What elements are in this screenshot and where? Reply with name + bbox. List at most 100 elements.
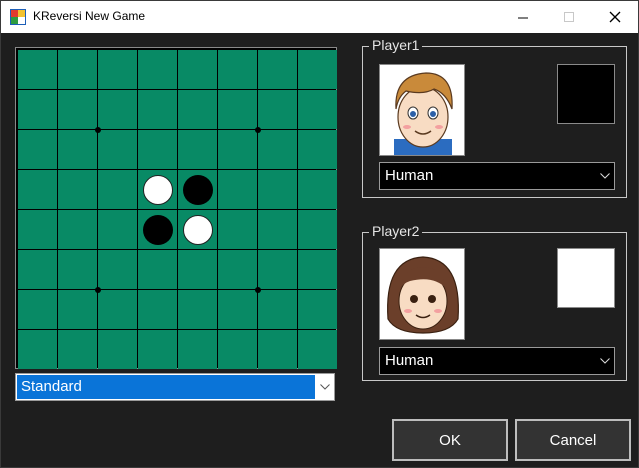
board-cell[interactable] — [218, 50, 257, 89]
board-cell[interactable] — [98, 170, 137, 209]
minimize-button[interactable] — [500, 1, 546, 33]
player2-type-select[interactable]: Human — [379, 347, 615, 375]
board-cell[interactable] — [298, 170, 337, 209]
board-cell[interactable] — [58, 170, 97, 209]
player2-group: Player2 Human — [362, 223, 627, 381]
board-cell[interactable] — [218, 170, 257, 209]
player2-color-swatch[interactable] — [557, 248, 615, 308]
board-cell[interactable] — [298, 210, 337, 249]
star-point — [254, 286, 261, 293]
board-cell[interactable] — [58, 130, 97, 169]
chevron-down-icon — [600, 358, 610, 364]
board-cell[interactable] — [58, 50, 97, 89]
girl-avatar-icon — [380, 249, 464, 339]
board-cell[interactable] — [138, 250, 177, 289]
board-cell[interactable] — [218, 210, 257, 249]
player2-dropdown-arrow[interactable] — [596, 348, 614, 374]
board-cell[interactable] — [18, 290, 57, 329]
board-frame — [15, 47, 337, 369]
board-cell[interactable] — [298, 330, 337, 369]
board-cell[interactable] — [18, 170, 57, 209]
board-cell[interactable] — [98, 50, 137, 89]
board-cell[interactable] — [58, 210, 97, 249]
board-cell[interactable] — [178, 290, 217, 329]
board-cell[interactable] — [258, 130, 297, 169]
board-cell[interactable] — [258, 90, 297, 129]
reversi-board[interactable] — [18, 50, 337, 369]
board-cell[interactable] — [18, 130, 57, 169]
board-cell[interactable] — [178, 330, 217, 369]
board-cell[interactable] — [218, 330, 257, 369]
board-cell[interactable] — [218, 130, 257, 169]
board-cell[interactable] — [218, 290, 257, 329]
player1-type-select[interactable]: Human — [379, 162, 615, 190]
board-cell[interactable] — [58, 330, 97, 369]
board-cell[interactable] — [18, 250, 57, 289]
white-piece — [182, 214, 213, 245]
board-cell[interactable] — [98, 130, 137, 169]
close-icon — [609, 11, 621, 23]
board-cell[interactable] — [298, 130, 337, 169]
board-cell[interactable] — [258, 50, 297, 89]
board-cell[interactable] — [258, 330, 297, 369]
new-game-window: KReversi New Game Standard Player1 Human… — [0, 0, 639, 468]
board-cell[interactable] — [178, 90, 217, 129]
player1-group: Player1 Human — [362, 37, 627, 198]
board-cell[interactable] — [178, 250, 217, 289]
board-cell[interactable] — [98, 330, 137, 369]
board-cell[interactable] — [138, 50, 177, 89]
board-cell[interactable] — [178, 130, 217, 169]
board-cell[interactable] — [58, 250, 97, 289]
minimize-icon — [517, 17, 528, 18]
game-mode-value: Standard — [21, 378, 82, 395]
board-cell[interactable] — [98, 250, 137, 289]
player1-type-value: Human — [385, 167, 434, 184]
board-cell[interactable] — [58, 90, 97, 129]
board-cell[interactable] — [298, 90, 337, 129]
board-cell[interactable] — [98, 290, 137, 329]
board-cell[interactable] — [18, 50, 57, 89]
star-point — [94, 286, 101, 293]
player2-label: Player2 — [369, 223, 423, 239]
board-cell[interactable] — [18, 90, 57, 129]
board-cell[interactable] — [258, 210, 297, 249]
chevron-down-icon — [600, 173, 610, 179]
board-cell[interactable] — [218, 90, 257, 129]
board-cell[interactable] — [138, 130, 177, 169]
game-mode-select[interactable]: Standard — [15, 373, 335, 401]
player1-avatar — [379, 64, 465, 156]
window-title: KReversi New Game — [33, 9, 146, 23]
board-cell[interactable] — [298, 250, 337, 289]
black-piece — [142, 214, 173, 245]
board-cell[interactable] — [138, 290, 177, 329]
board-cell[interactable] — [178, 50, 217, 89]
black-piece — [182, 174, 213, 205]
ok-button[interactable]: OK — [392, 419, 508, 461]
board-cell[interactable] — [258, 250, 297, 289]
board-cell[interactable] — [258, 290, 297, 329]
maximize-icon — [563, 11, 574, 22]
board-cell[interactable] — [218, 250, 257, 289]
maximize-button[interactable] — [546, 1, 592, 33]
close-button[interactable] — [592, 1, 638, 33]
board-cell[interactable] — [58, 290, 97, 329]
board-cell[interactable] — [298, 290, 337, 329]
board-cell[interactable] — [258, 170, 297, 209]
player1-dropdown-arrow[interactable] — [596, 163, 614, 189]
star-point — [94, 126, 101, 133]
chevron-down-icon — [320, 384, 330, 390]
player2-type-value: Human — [385, 352, 434, 369]
player2-avatar — [379, 248, 465, 340]
board-cell[interactable] — [18, 210, 57, 249]
board-cell[interactable] — [298, 50, 337, 89]
board-cell[interactable] — [138, 90, 177, 129]
board-cell[interactable] — [98, 90, 137, 129]
white-piece — [142, 174, 173, 205]
cancel-button[interactable]: Cancel — [515, 419, 631, 461]
board-cell[interactable] — [18, 330, 57, 369]
board-cell[interactable] — [98, 210, 137, 249]
board-cell[interactable] — [138, 330, 177, 369]
game-mode-dropdown-arrow[interactable] — [316, 374, 334, 400]
player1-color-swatch[interactable] — [557, 64, 615, 124]
boy-avatar-icon — [380, 65, 464, 155]
